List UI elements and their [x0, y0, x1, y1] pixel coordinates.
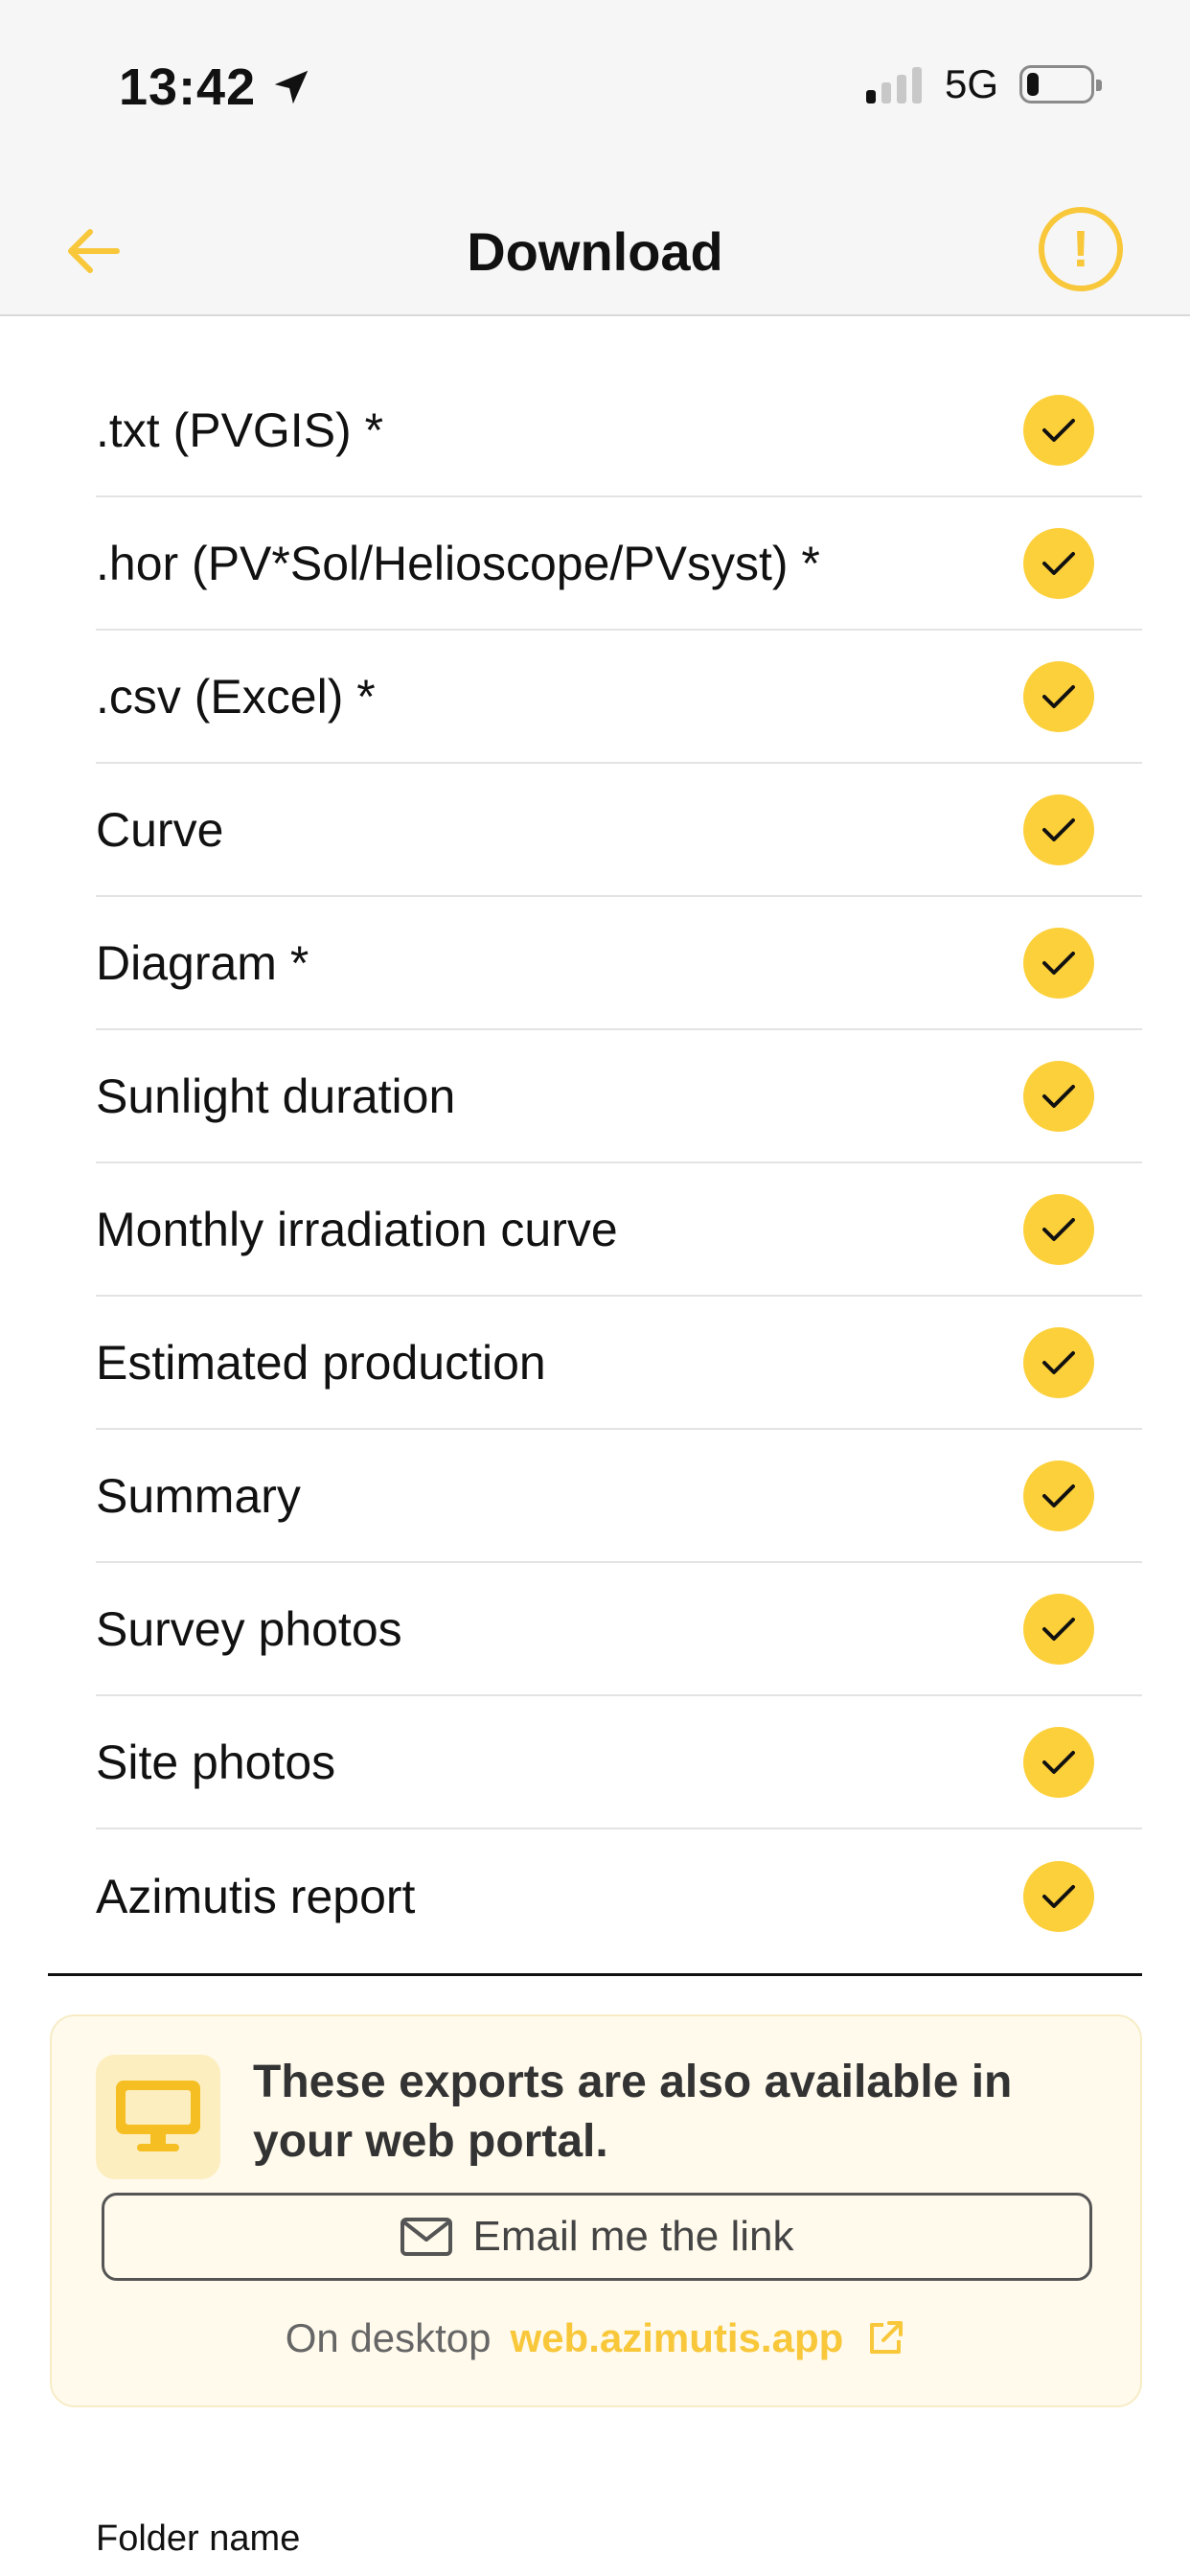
external-link-icon[interactable]	[864, 2317, 906, 2359]
checkmark-icon[interactable]	[1023, 527, 1094, 599]
list-item-label: .txt (PVGIS) *	[96, 402, 384, 457]
list-item[interactable]: Azimutis report	[96, 1829, 1142, 1963]
list-item-label: Summary	[96, 1468, 301, 1523]
folder-name-label: Folder name	[96, 2518, 301, 2559]
section-divider	[48, 1973, 1142, 1976]
checkmark-icon[interactable]	[1023, 1860, 1094, 1932]
exclamation-circle-icon: !	[1072, 220, 1089, 278]
list-item-label: Survey photos	[96, 1601, 402, 1656]
list-item[interactable]: Summary	[96, 1430, 1142, 1563]
cell-signal-icon	[865, 65, 927, 104]
email-button-label: Email me the link	[472, 2213, 794, 2260]
portal-message: These exports are also available in your…	[253, 2057, 1013, 2168]
list-item[interactable]: Curve	[96, 764, 1142, 897]
list-item-label: Sunlight duration	[96, 1069, 456, 1123]
desktop-prefix: On desktop	[285, 2315, 492, 2360]
desktop-link-row: On desktop web.azimutis.app	[52, 2315, 1140, 2361]
envelope-icon	[400, 2218, 453, 2256]
checkmark-icon[interactable]	[1023, 794, 1094, 865]
list-item[interactable]: .hor (PV*Sol/Helioscope/PVsyst) *	[96, 497, 1142, 631]
list-item-label: .csv (Excel) *	[96, 669, 376, 724]
web-portal-card: These exports are also available in your…	[50, 2014, 1142, 2407]
checkmark-icon[interactable]	[1023, 927, 1094, 999]
list-item-label: Estimated production	[96, 1335, 546, 1390]
list-item-label: Azimutis report	[96, 1869, 416, 1923]
list-item[interactable]: .csv (Excel) *	[96, 631, 1142, 764]
list-item-label: .hor (PV*Sol/Helioscope/PVsyst) *	[96, 536, 820, 590]
list-item[interactable]: Estimated production	[96, 1297, 1142, 1430]
monitor-icon-box	[96, 2055, 220, 2179]
network-type: 5G	[944, 61, 998, 106]
status-bar: 13:42 5G	[0, 0, 1190, 182]
list-item-label: Monthly irradiation curve	[96, 1202, 618, 1256]
checkmark-icon[interactable]	[1023, 660, 1094, 732]
list-item-label: Curve	[96, 802, 224, 857]
export-options-list: .txt (PVGIS) * .hor (PV*Sol/Helioscope/PV…	[96, 364, 1142, 1963]
checkmark-icon[interactable]	[1023, 394, 1094, 466]
page-title: Download	[467, 221, 723, 282]
location-arrow-icon	[274, 70, 309, 104]
list-item-label: Site photos	[96, 1735, 336, 1789]
list-item[interactable]: Sunlight duration	[96, 1030, 1142, 1163]
info-button[interactable]: !	[1039, 207, 1123, 291]
checkmark-icon[interactable]	[1023, 1593, 1094, 1665]
navigation-bar: Download !	[0, 182, 1190, 316]
checkmark-icon[interactable]	[1023, 1193, 1094, 1265]
checkmark-icon[interactable]	[1023, 1060, 1094, 1132]
time-text: 13:42	[119, 58, 257, 116]
status-indicators: 5G	[865, 61, 1102, 107]
checkmark-icon[interactable]	[1023, 1726, 1094, 1798]
list-item[interactable]: Diagram *	[96, 897, 1142, 1030]
list-item[interactable]: .txt (PVGIS) *	[96, 364, 1142, 497]
list-item[interactable]: Site photos	[96, 1696, 1142, 1829]
battery-icon	[1019, 65, 1102, 104]
list-item[interactable]: Survey photos	[96, 1563, 1142, 1696]
monitor-icon	[116, 2081, 200, 2151]
list-item[interactable]: Monthly irradiation curve	[96, 1163, 1142, 1297]
clock: 13:42	[119, 58, 313, 117]
list-item-label: Diagram *	[96, 935, 309, 990]
web-portal-link[interactable]: web.azimutis.app	[511, 2315, 844, 2361]
checkmark-icon[interactable]	[1023, 1460, 1094, 1531]
checkmark-icon[interactable]	[1023, 1326, 1094, 1398]
email-link-button[interactable]: Email me the link	[102, 2193, 1092, 2281]
